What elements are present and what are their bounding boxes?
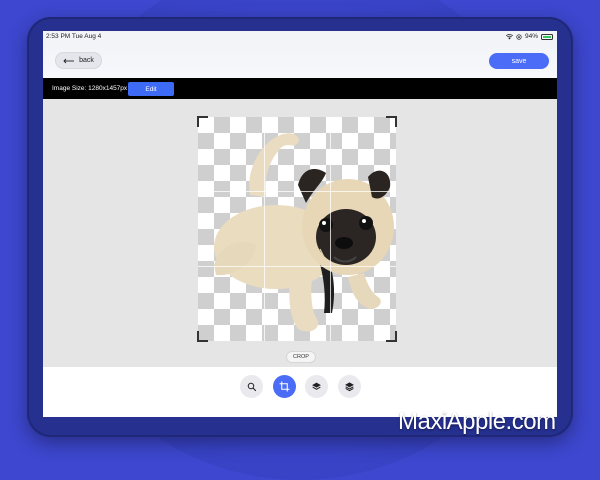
orientation-lock-icon bbox=[516, 33, 522, 40]
battery-icon bbox=[541, 33, 553, 40]
layers-icon bbox=[312, 382, 321, 390]
crop-handle-bottom-right[interactable] bbox=[386, 331, 397, 342]
grid-line bbox=[330, 117, 331, 341]
edit-button[interactable]: Edit bbox=[128, 82, 174, 96]
top-bar: back save bbox=[43, 43, 557, 78]
back-button[interactable]: back bbox=[55, 52, 102, 69]
pug-image bbox=[214, 133, 394, 332]
watermark: MaxiApple.com bbox=[398, 408, 556, 435]
layers-alt-icon bbox=[345, 382, 354, 392]
app-screen: 2:53 PM Tue Aug 4 94% back save Image Si… bbox=[43, 31, 557, 417]
grid-line bbox=[198, 191, 396, 192]
wifi-icon bbox=[505, 33, 513, 40]
back-label: back bbox=[79, 57, 94, 64]
canvas-area: CROP bbox=[43, 99, 557, 367]
crop-handle-top-right[interactable] bbox=[386, 116, 397, 127]
grid-line bbox=[264, 117, 265, 341]
crop-handle-top-left[interactable] bbox=[197, 116, 208, 127]
crop-mode-label: CROP bbox=[286, 351, 316, 363]
crop-tool-button[interactable] bbox=[273, 375, 296, 398]
crop-icon bbox=[279, 381, 290, 392]
image-frame[interactable] bbox=[197, 116, 397, 342]
info-bar: Image Size: 1280x1457px Edit bbox=[43, 78, 557, 99]
layers-tool-button[interactable] bbox=[305, 375, 328, 398]
back-arrow-icon bbox=[63, 58, 75, 63]
grid-line bbox=[198, 266, 396, 267]
layers-alt-tool-button[interactable] bbox=[338, 375, 361, 398]
crop-handle-bottom-left[interactable] bbox=[197, 331, 208, 342]
search-icon bbox=[247, 382, 256, 391]
status-time-date: 2:53 PM Tue Aug 4 bbox=[46, 33, 102, 40]
battery-percent: 94% bbox=[524, 33, 538, 40]
zoom-tool-button[interactable] bbox=[240, 375, 263, 398]
save-button[interactable]: save bbox=[489, 53, 549, 69]
status-right: 94% bbox=[505, 33, 553, 40]
status-bar: 2:53 PM Tue Aug 4 94% bbox=[43, 31, 557, 43]
image-size-label: Image Size: 1280x1457px bbox=[52, 85, 128, 92]
